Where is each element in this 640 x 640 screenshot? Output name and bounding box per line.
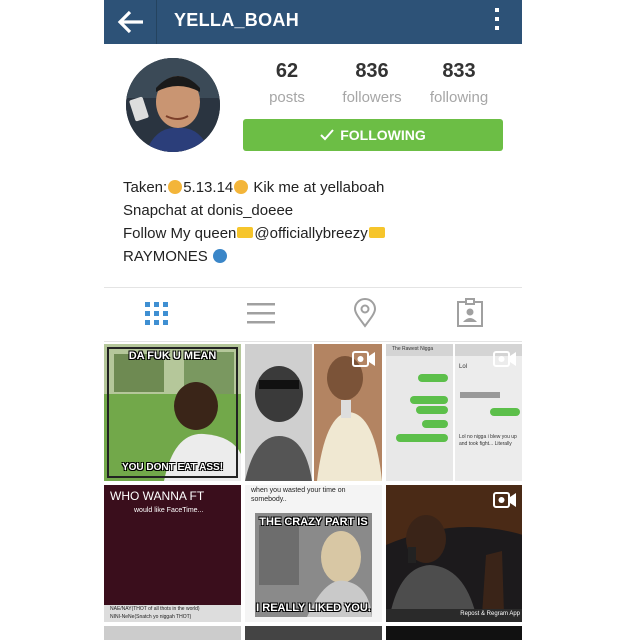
post-thumbnail[interactable] xyxy=(245,344,382,481)
checkmark-icon xyxy=(320,120,334,152)
back-arrow-icon[interactable] xyxy=(116,8,146,36)
heart-eyes-emoji-icon xyxy=(168,180,183,194)
post-caption-top: DA FUK U MEAN xyxy=(128,350,217,362)
repost-credit: Repost & Regram App xyxy=(460,611,520,617)
crown-emoji-icon xyxy=(237,227,254,238)
video-indicator-icon xyxy=(493,491,517,509)
meme-middle-text: THE CRAZY PART IS xyxy=(259,516,368,528)
location-pin-icon[interactable] xyxy=(345,298,385,334)
tabs-bottom-divider xyxy=(104,341,522,342)
following-label: following xyxy=(429,89,489,106)
followers-count: 836 xyxy=(355,60,389,82)
facetime-footer-2: NINI-NeNe(Snatch yo niggah THOT) xyxy=(110,614,192,620)
list-view-icon[interactable] xyxy=(241,298,281,334)
bio-line-3: Follow My queen @officiallybreezy xyxy=(123,222,513,245)
tabs-top-divider xyxy=(104,287,522,288)
more-vertical-icon[interactable] xyxy=(494,8,500,34)
kiss-emoji-icon xyxy=(234,180,249,194)
chat-lol-text: Lol xyxy=(459,364,468,370)
bio-raymones-text: RAYMONES xyxy=(123,248,208,265)
video-indicator-icon xyxy=(493,350,517,368)
post-thumbnail[interactable] xyxy=(104,626,241,640)
profile-avatar[interactable] xyxy=(126,58,220,152)
following-stat[interactable]: 833 following xyxy=(422,60,496,106)
bio-follow-text: Follow My queen xyxy=(123,225,237,242)
posts-label: posts xyxy=(269,89,305,106)
following-button-label: FOLLOWING xyxy=(340,127,426,143)
bio-date-text: 5.13.14 xyxy=(183,179,234,196)
post-caption-bottom: YOU DONT EAT ASS! xyxy=(121,462,224,473)
chat-message-text: Lol no nigga i blew you up and took figh… xyxy=(459,434,517,447)
grid-view-icon[interactable] xyxy=(137,298,177,334)
following-button[interactable]: FOLLOWING xyxy=(243,119,503,151)
tagged-photos-icon[interactable] xyxy=(450,298,490,334)
post-thumbnail[interactable] xyxy=(386,626,522,640)
profile-bio: Taken: 5.13.14 Kik me at yellaboah Snapch… xyxy=(123,176,513,268)
post-thumbnail[interactable] xyxy=(245,626,382,640)
bio-mention-link[interactable]: @officiallybreezy xyxy=(254,225,367,242)
crown-emoji-icon xyxy=(368,227,385,238)
meme-bottom-text: I REALLY LIKED YOU. xyxy=(256,602,371,614)
bio-line-2: Snapchat at donis_doeee xyxy=(123,202,294,219)
instagram-profile-screen: YELLA_BOAH 62 posts 836 followers 833 fo… xyxy=(104,0,522,640)
bio-kik-text: Kik me at yellaboah xyxy=(249,179,385,196)
top-app-bar: YELLA_BOAH xyxy=(104,0,522,44)
followers-stat[interactable]: 836 followers xyxy=(336,60,408,106)
profile-username-title: YELLA_BOAH xyxy=(174,10,300,30)
post-thumbnail[interactable]: The Rawest Nigga Lol Lol no nigga i blew… xyxy=(386,344,522,481)
facetime-sub: would like FaceTime... xyxy=(134,507,204,514)
globe-emoji-icon xyxy=(212,249,227,263)
posts-count: 62 xyxy=(275,60,299,82)
header-divider xyxy=(156,0,157,44)
followers-label: followers xyxy=(342,89,402,106)
facetime-footer-1: NAE/NAY(THOT of all thots in the world) xyxy=(110,606,200,612)
posts-stat: 62 posts xyxy=(254,60,320,106)
post-thumbnail[interactable]: Repost & Regram App xyxy=(386,485,522,622)
facetime-title: WHO WANNA FT xyxy=(110,489,205,503)
chat-header-text: The Rawest Nigga xyxy=(392,346,434,352)
bio-line-1: Taken: 5.13.14 Kik me at yellaboah xyxy=(123,176,513,199)
post-thumbnail[interactable]: when you wasted your time on somebody.. … xyxy=(245,485,382,622)
bio-taken-text: Taken: xyxy=(123,179,168,196)
following-count: 833 xyxy=(442,60,476,82)
bio-line-4: RAYMONES xyxy=(123,245,513,268)
meme-top-text: when you wasted your time on somebody.. xyxy=(251,487,346,503)
post-thumbnail[interactable]: DA FUK U MEAN YOU DONT EAT ASS! xyxy=(104,344,241,481)
post-thumbnail[interactable]: WHO WANNA FT would like FaceTime... NAE/… xyxy=(104,485,241,622)
photo-grid: DA FUK U MEAN YOU DONT EAT ASS! The Rawe… xyxy=(104,344,522,640)
video-indicator-icon xyxy=(352,350,376,368)
